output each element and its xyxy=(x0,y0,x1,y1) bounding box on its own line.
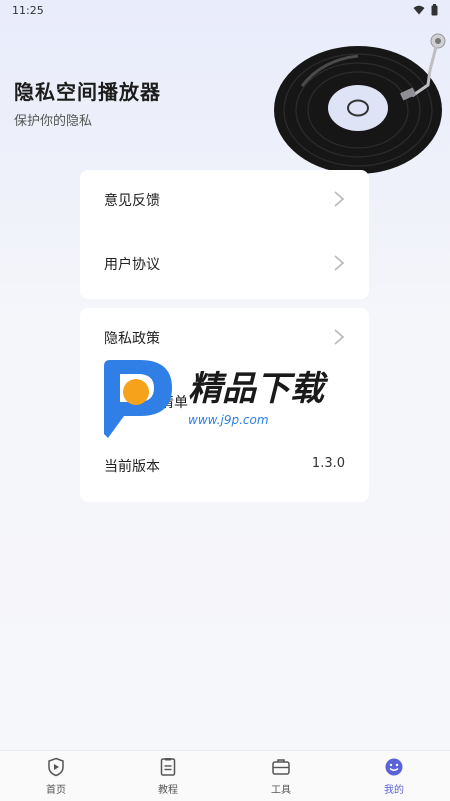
menu-item-feedback[interactable]: 意见反馈 xyxy=(80,170,369,230)
watermark-logo: 精品下载 www.j9p.com xyxy=(104,360,329,438)
menu-item-user-agreement[interactable]: 用户协议 xyxy=(80,234,369,294)
chevron-right-icon xyxy=(334,255,345,271)
watermark-brand: 精品下载 xyxy=(188,369,329,409)
document-icon xyxy=(160,758,176,776)
bottom-tab-bar: 首页 教程 工具 我的 xyxy=(0,750,450,801)
battery-icon xyxy=(431,4,438,16)
status-bar: 11:25 xyxy=(0,0,450,22)
tab-home[interactable]: 首页 xyxy=(0,751,112,801)
menu-item-label: 用户协议 xyxy=(104,257,160,273)
toolbox-icon xyxy=(272,759,290,775)
vinyl-record-icon xyxy=(274,33,446,174)
tab-tools[interactable]: 工具 xyxy=(225,751,337,801)
menu-item-label: 当前版本 xyxy=(104,459,160,475)
smile-icon xyxy=(385,758,403,776)
page-subtitle: 保护你的隐私 xyxy=(14,114,93,129)
tab-mine[interactable]: 我的 xyxy=(338,751,450,801)
tab-tutorial[interactable]: 教程 xyxy=(112,751,224,801)
wifi-icon xyxy=(413,5,425,15)
menu-item-label: 隐私政策 xyxy=(104,331,160,347)
tab-label: 首页 xyxy=(46,785,66,796)
status-icons xyxy=(413,4,438,16)
page-title: 隐私空间播放器 xyxy=(14,80,161,104)
chevron-right-icon xyxy=(334,329,345,345)
watermark-url: www.j9p.com xyxy=(188,413,269,427)
tab-label: 工具 xyxy=(271,785,291,796)
version-value: 1.3.0 xyxy=(311,456,345,471)
status-time: 11:25 xyxy=(12,4,44,17)
shield-play-icon xyxy=(48,757,64,777)
menu-item-current-version: 当前版本 1.3.0 xyxy=(80,436,369,496)
tab-label: 教程 xyxy=(158,785,178,796)
menu-item-label: 意见反馈 xyxy=(104,193,160,209)
settings-card-primary: 意见反馈 用户协议 xyxy=(80,170,369,299)
tab-label: 我的 xyxy=(384,785,404,796)
chevron-right-icon xyxy=(334,191,345,207)
